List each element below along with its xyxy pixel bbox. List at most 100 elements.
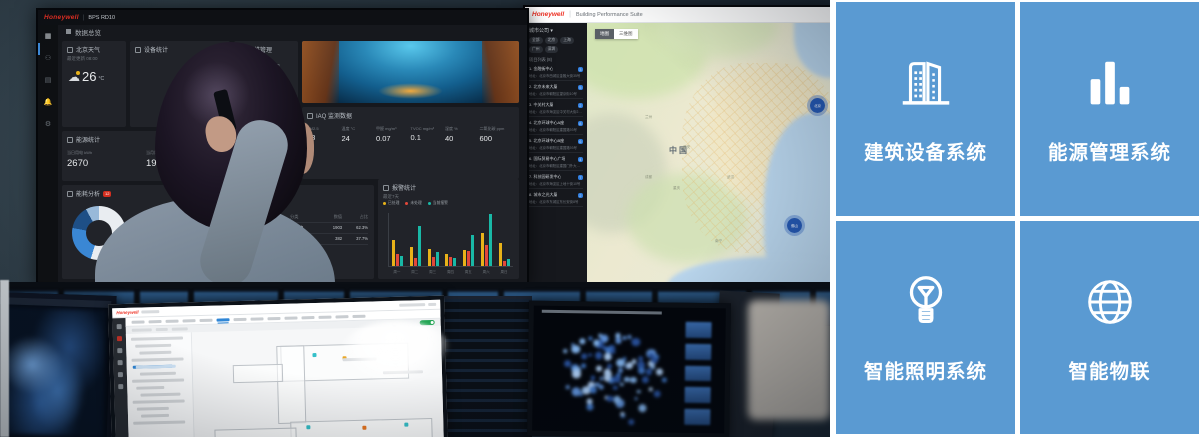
point-dot <box>646 368 653 375</box>
wall-screen-map: Honeywell | Building Performance Suite 城… <box>523 5 830 289</box>
bar-group <box>463 235 474 266</box>
iaq-metric: TVOC mg/m³0.1 <box>411 126 446 143</box>
point-dot <box>641 376 648 383</box>
point-dot <box>637 390 641 394</box>
project-list-item: 5. 北京环球中心B座6 地址：北京市朝阳区建国路93号 <box>529 138 583 153</box>
satellite-button: 三维图 <box>614 29 638 39</box>
point-dot <box>620 412 625 417</box>
alarm-bar-chart <box>388 213 513 267</box>
devices-icon <box>135 47 141 53</box>
point-dot <box>632 338 641 347</box>
point-dot <box>595 352 603 360</box>
point-dot <box>628 335 632 339</box>
lightbulb-icon <box>895 271 957 333</box>
thumbnail-column <box>684 322 711 425</box>
point-dot <box>588 336 592 340</box>
floorplan-canvas <box>192 326 444 437</box>
filter-chip: 深圳 <box>545 46 559 53</box>
project-list-item: 8. 城市之光大厦2 地址：北京市东城区东长安街8号 <box>529 192 583 207</box>
x-tick-label: 周日 <box>500 270 507 275</box>
tile-building-systems[interactable]: 建筑设备系统 <box>836 2 1015 216</box>
cluster-marker: 北京 <box>807 95 828 116</box>
ops-stat-value: 28 <box>271 87 282 94</box>
tile-label: 智能物联 <box>1068 355 1150 384</box>
city-label: 武汉 <box>727 175 734 180</box>
filter-chip: 广州 <box>529 46 543 53</box>
tile-smart-iot[interactable]: 智能物联 <box>1020 221 1199 435</box>
x-tick-label: 周六 <box>483 270 490 275</box>
point-dot <box>638 356 643 361</box>
iaq-metric: 二氧化碳 ppm600 <box>480 126 515 143</box>
bms-tab <box>335 315 348 318</box>
point-dot <box>620 383 624 387</box>
sensor-dot <box>362 426 366 430</box>
project-list-item: 2. 北京未来大厦5 地址：北京市朝阳区望京街10号 <box>529 84 583 99</box>
weather-card: 北京天气 最近更新 08:00 ☁ 26 °C <box>62 41 126 127</box>
legend-item: 已处理 <box>383 201 399 206</box>
point-dot <box>626 362 633 369</box>
point-dot <box>630 377 637 384</box>
weather-icon <box>67 47 73 53</box>
bar <box>453 258 456 266</box>
bar <box>400 256 403 266</box>
devices-title: 设备统计 <box>144 45 168 54</box>
gear-icon: ⚙ <box>45 121 51 128</box>
tree-row <box>132 378 184 382</box>
usage-donut-chart <box>242 208 282 248</box>
city-label: 重庆 <box>673 186 680 191</box>
point-dot <box>616 338 622 344</box>
bar <box>467 251 470 266</box>
iaq-metric: 温度 °C24 <box>342 126 377 143</box>
bar <box>499 243 502 266</box>
divider: | <box>569 11 571 18</box>
bms-tab <box>233 317 246 320</box>
point-dot <box>613 386 618 391</box>
iaq-metric: 甲醛 mg/m³0.07 <box>376 126 411 143</box>
tree-row <box>140 393 180 397</box>
bar-group <box>445 254 456 266</box>
energy-icon <box>67 137 73 143</box>
point-dot <box>579 339 585 345</box>
alarm-title: 报警统计 <box>392 183 416 192</box>
analysis-title: 能耗分析 <box>76 189 100 198</box>
tree-row <box>133 399 185 403</box>
window-title-bar <box>542 310 662 314</box>
energy-card: 能源统计 当日用电 kWh 2670 当月用电 kWh 190K <box>62 131 230 181</box>
alarm-legend: 已处理未处理当前报警 <box>378 200 519 207</box>
list-header: 项目列表 (8) <box>529 57 583 63</box>
breadcrumb: 数据总览 <box>58 25 101 38</box>
point-dot <box>604 353 611 360</box>
panel-title: 城市公司 ▾ <box>529 27 583 34</box>
city-label: 南宁 <box>715 239 722 244</box>
dashboard-body: 北京天气 最近更新 08:00 ☁ 26 °C 设备统计 运维管理 <box>58 38 523 283</box>
point-dot <box>616 359 625 368</box>
city-label: 兰州 <box>645 115 652 120</box>
point-dot <box>564 361 571 368</box>
tile-label: 智能照明系统 <box>864 355 987 384</box>
light-reflection <box>340 319 452 384</box>
bar <box>436 252 439 266</box>
china-map: 地图 三维图 中国 兰州西安成都武汉重庆南宁 北京佛山 <box>587 23 830 287</box>
bms-tab <box>166 319 179 322</box>
point-cloud <box>544 326 675 433</box>
energy-analysis-card: 能耗分析 12 <box>62 185 202 279</box>
bar <box>428 249 431 266</box>
point-dot <box>571 345 580 354</box>
point-dot <box>572 370 580 378</box>
tree-row <box>132 357 184 361</box>
x-tick-label: 周五 <box>465 270 472 275</box>
progress-ring <box>240 66 266 92</box>
point-dot <box>588 353 591 356</box>
tile-energy-management[interactable]: 能源管理系统 <box>1020 2 1199 216</box>
wall-screen-dashboard: Honeywell | BPS RD10 ▦ ⚇ ▤ 🔔 ⚙ 数据总览 北京天气 <box>36 8 529 289</box>
tree-row <box>141 414 169 418</box>
point-dot <box>606 395 613 402</box>
usage-row: 用电 190362.3% <box>290 223 368 234</box>
tree-row <box>135 344 171 348</box>
energy-stats-card: 能耗统计 分类 数值 占比用电 190362.3%用水 38237.7% <box>234 185 374 279</box>
point-dot <box>596 366 602 372</box>
iaq-metric: 湿度 %40 <box>445 126 480 143</box>
weather-title: 北京天气 <box>76 45 100 54</box>
tile-smart-lighting[interactable]: 智能照明系统 <box>836 221 1015 435</box>
bar <box>481 233 484 266</box>
